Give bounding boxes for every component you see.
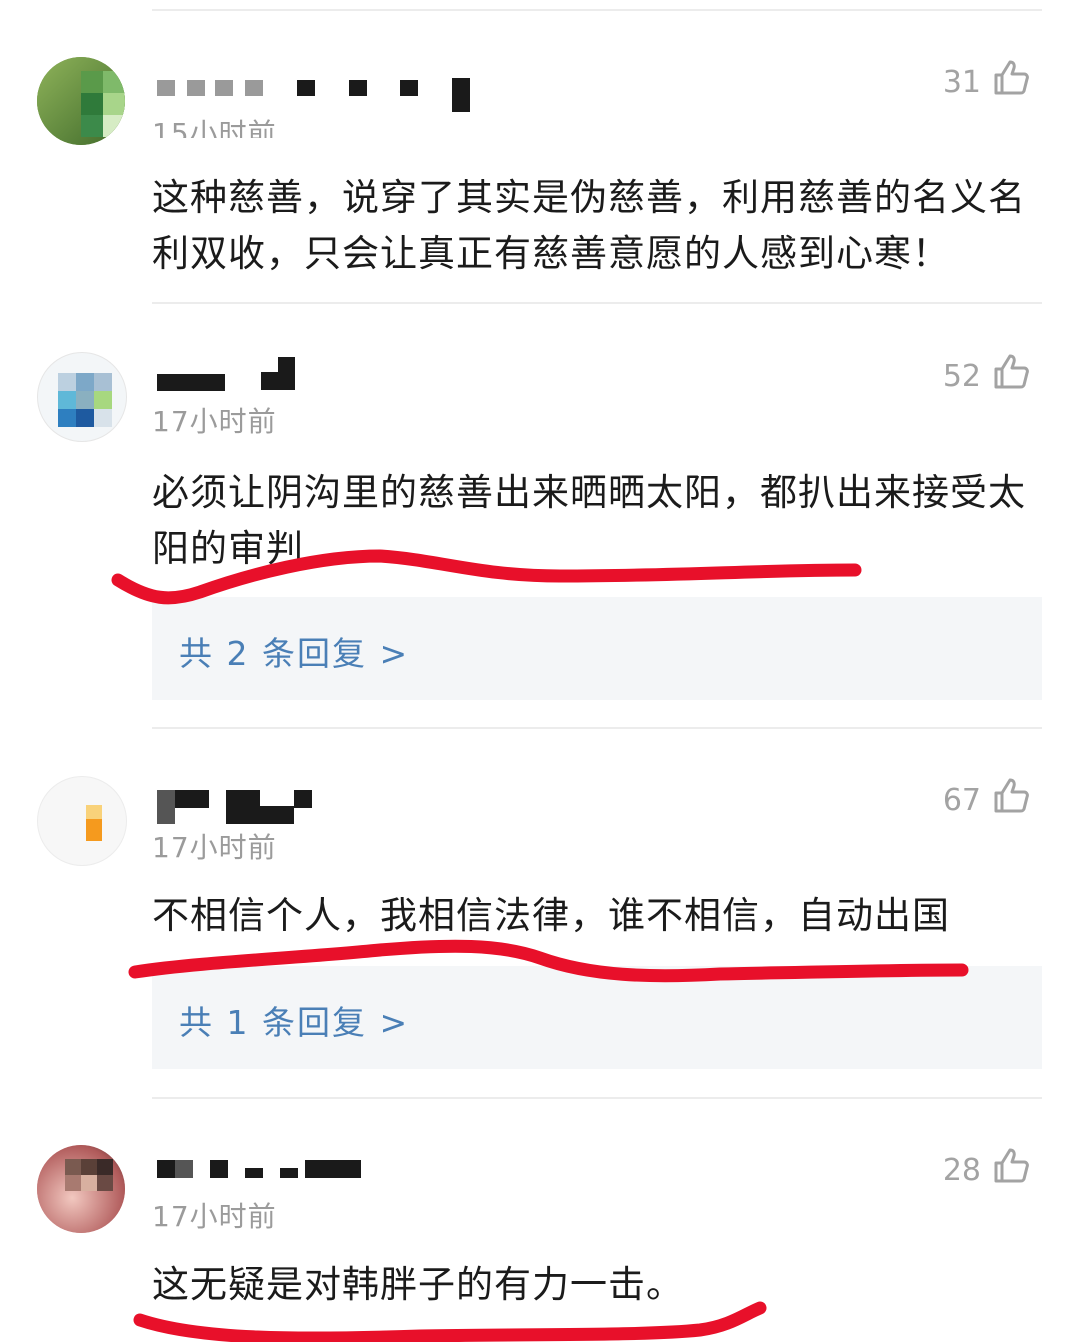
comment-text: 这种慈善，说穿了其实是伪慈善，利用慈善的名义名利双收，只会让真正有慈善意愿的人感… [152, 176, 1026, 275]
like-count: 67 [942, 782, 981, 818]
avatar[interactable] [37, 57, 125, 145]
like-button[interactable]: 52 [943, 352, 1031, 400]
view-replies-link[interactable]: 共 2 条回复 > [179, 627, 409, 675]
comment-text: 这无疑是对韩胖子的有力一击。 [152, 1263, 684, 1306]
divider [152, 1097, 1042, 1099]
comment-time: 17小时前 [152, 831, 277, 864]
comment-time: 15小时前 [152, 117, 277, 138]
like-count: 28 [942, 1152, 981, 1188]
like-button[interactable]: 28 [943, 1146, 1031, 1194]
like-button[interactable]: 31 [943, 58, 1031, 106]
reply-summary: 共 2 条回复 > [152, 597, 1042, 700]
thumbs-up-icon [991, 352, 1031, 400]
reply-summary: 共 1 条回复 > [152, 966, 1042, 1069]
view-replies-link[interactable]: 共 1 条回复 > [179, 996, 409, 1044]
comment-text: 不相信个人，我相信法律，谁不相信，自动出国 [152, 894, 950, 937]
comment-time: 17小时前 [152, 405, 277, 438]
avatar[interactable] [37, 1145, 125, 1233]
thumbs-up-icon [991, 58, 1031, 106]
thumbs-up-icon [991, 1146, 1031, 1194]
thumbs-up-icon [991, 776, 1031, 824]
like-count: 31 [942, 64, 981, 100]
comment-feed: 15小时前 31 这种慈善，说穿了其实是伪慈善，利用慈善的名义名利双收，只会让真… [0, 0, 1079, 1342]
divider [152, 727, 1042, 729]
comment-text: 必须让阴沟里的慈善出来晒晒太阳，都扒出来接受太阳的审判 [152, 471, 1026, 570]
comment-time: 17小时前 [152, 1200, 277, 1233]
divider [152, 9, 1042, 11]
avatar[interactable] [37, 776, 127, 866]
like-button[interactable]: 67 [943, 776, 1031, 824]
divider [152, 302, 1042, 304]
like-count: 52 [942, 358, 981, 394]
avatar[interactable] [37, 352, 127, 442]
